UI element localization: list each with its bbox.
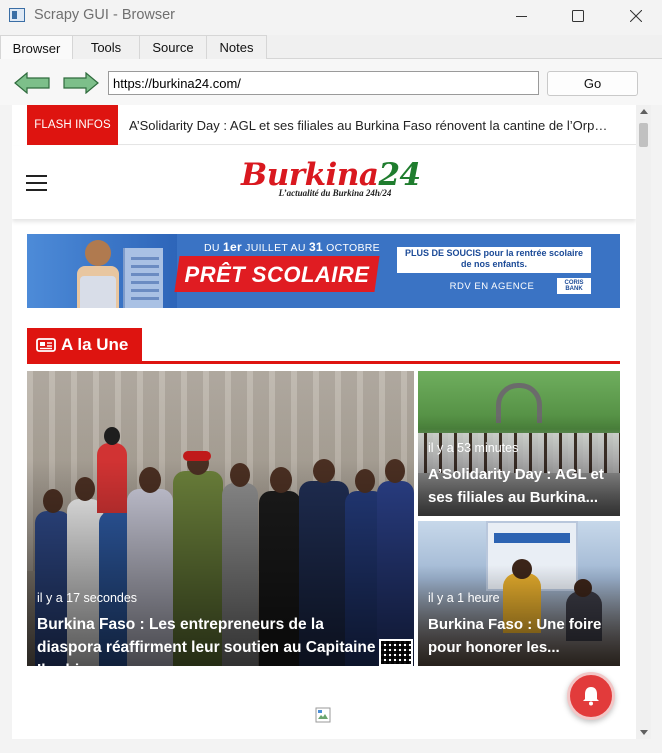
- bell-icon: [583, 687, 599, 706]
- article-time: il y a 53 minutes: [428, 441, 519, 455]
- minimize-button[interactable]: [498, 0, 544, 32]
- close-button[interactable]: [613, 0, 659, 32]
- flash-news-bar: FLASH INFOS A’Solidarity Day : AGL et se…: [27, 105, 636, 145]
- menu-icon[interactable]: [26, 175, 47, 191]
- site-logo[interactable]: Burkina24 L’actualité du Burkina 24h/24: [241, 159, 421, 205]
- window-title: Scrapy GUI - Browser: [34, 7, 175, 23]
- ad-banner[interactable]: DU 1er JUILLET AU 31 OCTOBRE PRÊT SCOLAI…: [27, 234, 620, 308]
- qr-code: [379, 639, 413, 666]
- minimize-icon: [515, 15, 527, 17]
- tab-source[interactable]: Source: [139, 35, 207, 59]
- tab-browser[interactable]: Browser: [0, 35, 73, 60]
- article-time: il y a 17 secondes: [37, 591, 138, 605]
- web-view[interactable]: FLASH INFOS A’Solidarity Day : AGL et se…: [12, 105, 636, 739]
- scroll-up-icon[interactable]: [640, 109, 648, 114]
- section-title: A la Une: [61, 334, 129, 354]
- bank-logo: CORIS BANK: [557, 278, 591, 294]
- section-header: A la Une: [27, 328, 620, 364]
- newspaper-icon: [36, 337, 56, 352]
- ad-headline: PRÊT SCOLAIRE: [184, 262, 370, 287]
- article-title[interactable]: Burkina Faso : Les entrepreneurs de la d…: [37, 613, 387, 666]
- tab-tools[interactable]: Tools: [72, 35, 140, 59]
- scroll-thumb[interactable]: [639, 123, 648, 147]
- tab-bar: Browser Tools Source Notes: [0, 35, 662, 60]
- article-title[interactable]: A’Solidarity Day : AGL et ses filiales a…: [428, 463, 614, 509]
- flash-news-badge: FLASH INFOS: [27, 105, 118, 145]
- site-header: Burkina24 L’actualité du Burkina 24h/24: [12, 146, 636, 219]
- app-icon: [9, 8, 25, 22]
- notification-button[interactable]: [567, 672, 615, 720]
- ad-date-line: DU 1er JUILLET AU 31 OCTOBRE: [204, 240, 380, 254]
- maximize-button[interactable]: [555, 0, 601, 32]
- broken-image-icon: [315, 707, 331, 723]
- close-icon: [630, 10, 642, 22]
- title-bar: Scrapy GUI - Browser: [0, 0, 662, 33]
- section-tab[interactable]: A la Une: [27, 328, 142, 361]
- building-illustration: [123, 248, 163, 308]
- logo-tagline: L’actualité du Burkina 24h/24: [278, 188, 392, 198]
- child-illustration: [85, 240, 111, 266]
- article-title[interactable]: Burkina Faso : Une foire pour honorer le…: [428, 613, 614, 659]
- go-button[interactable]: Go: [547, 71, 638, 96]
- article-time: il y a 1 heure: [428, 591, 500, 605]
- article-card-main[interactable]: il y a 17 secondes Burkina Faso : Les en…: [27, 371, 414, 666]
- navigation-bar: Go: [0, 59, 662, 105]
- maximize-icon: [572, 10, 584, 22]
- forward-button[interactable]: [63, 72, 99, 94]
- article-card-2[interactable]: il y a 53 minutes A’Solidarity Day : AGL…: [418, 371, 620, 516]
- tab-notes[interactable]: Notes: [206, 35, 267, 59]
- article-card-3[interactable]: il y a 1 heure Burkina Faso : Une foire …: [418, 521, 620, 666]
- flash-news-text[interactable]: A’Solidarity Day : AGL et ses filiales a…: [129, 118, 609, 133]
- back-button[interactable]: [14, 72, 50, 94]
- ad-tagline: PLUS DE SOUCIS pour la rentrée scolaire …: [404, 248, 584, 269]
- ad-rdv: RDV EN AGENCE: [449, 281, 535, 292]
- vertical-scrollbar[interactable]: [636, 105, 651, 739]
- url-input[interactable]: [108, 71, 539, 95]
- scroll-down-icon[interactable]: [640, 730, 648, 735]
